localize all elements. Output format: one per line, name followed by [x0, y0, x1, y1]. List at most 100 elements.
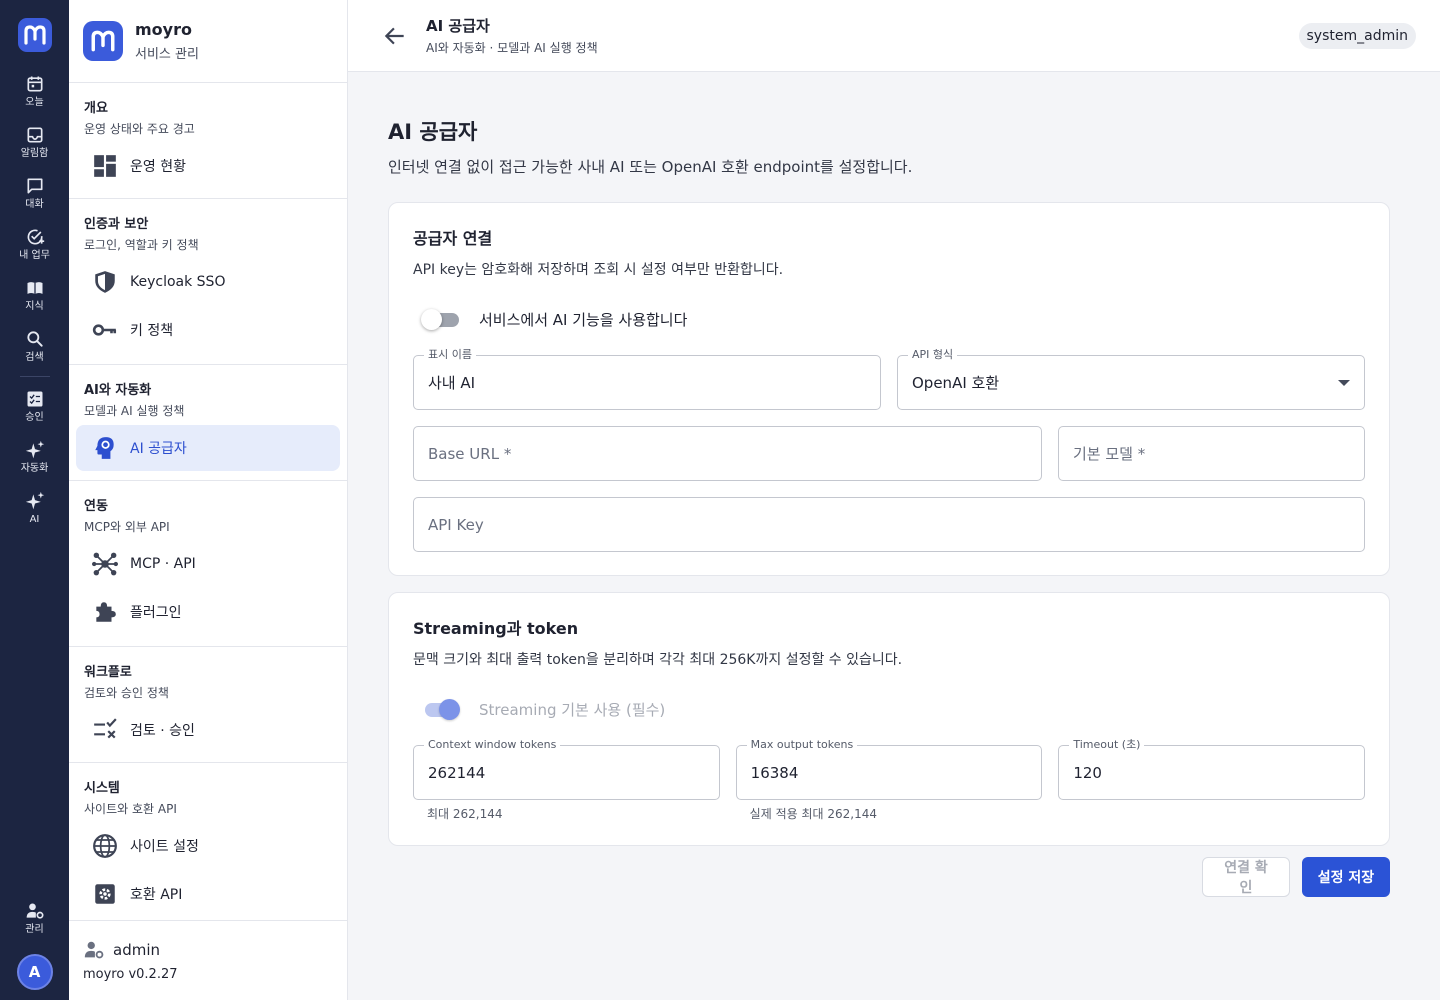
- field-value: OpenAI 호환: [912, 374, 1000, 392]
- sidebar-item-label: AI 공급자: [130, 441, 187, 457]
- nav-group-ai: AI와 자동화 모델과 AI 실행 정책 AI 공급자: [69, 365, 347, 481]
- rail-item-inbox[interactable]: 알림함: [5, 117, 65, 168]
- group-title: 개요: [84, 101, 108, 116]
- globe-icon: [93, 834, 117, 858]
- sidebar-item-key-policy[interactable]: 키 정책: [76, 307, 340, 353]
- field-value: 사내 AI: [428, 374, 476, 392]
- sidebar-item-label: Keycloak SSO: [130, 274, 226, 290]
- sidebar-item-plugins[interactable]: 플러그인: [76, 589, 340, 635]
- rail-bottom: 관리 A: [5, 893, 65, 990]
- nav-group-workflow: 워크플로 검토와 승인 정책 검토 · 승인: [69, 647, 347, 763]
- page-header: AI 공급자 AI와 자동화 · 모델과 AI 실행 정책 system_adm…: [348, 0, 1440, 72]
- avatar[interactable]: A: [16, 954, 53, 990]
- max-output-field[interactable]: Max output tokens 16384: [735, 738, 1043, 800]
- admin-sidebar: moyro 서비스 관리 개요 운영 상태와 주요 경고 운영 현황 인증과 보…: [69, 0, 348, 1000]
- field-label: Context window tokens: [424, 738, 561, 752]
- field-helper: 실제 적용 최대 262,144: [749, 807, 877, 821]
- rail-item-knowledge[interactable]: 지식: [5, 270, 65, 321]
- field-label: 표시 이름: [424, 348, 476, 362]
- sidebar-footer: admin moyro v0.2.27: [69, 920, 347, 1000]
- field-label: Timeout (초): [1069, 738, 1145, 752]
- sidebar-item-keycloak[interactable]: Keycloak SSO: [76, 259, 340, 305]
- rail-label: 자동화: [20, 463, 49, 474]
- current-user[interactable]: admin: [83, 939, 333, 961]
- test-connection-button[interactable]: 연결 확인: [1202, 857, 1290, 897]
- group-subtitle: 검토와 승인 정책: [84, 686, 169, 700]
- rail-item-today[interactable]: 오늘: [5, 66, 65, 117]
- rail-label: 관리: [25, 924, 44, 935]
- brand-logo: [83, 21, 123, 61]
- main-content: AI 공급자 인터넷 연결 없이 접근 가능한 사내 AI 또는 OpenAI …: [348, 72, 1440, 1000]
- provider-connection-card: 공급자 연결 API key는 암호화해 저장하며 조회 시 설정 여부만 반환…: [388, 202, 1390, 576]
- group-title: 연동: [84, 499, 108, 514]
- sidebar-item-mcp-api[interactable]: MCP · API: [76, 541, 340, 587]
- sidebar-item-site-settings[interactable]: 사이트 설정: [76, 823, 340, 869]
- card-title: 공급자 연결: [413, 229, 493, 248]
- rail-item-admin[interactable]: 관리: [5, 893, 65, 944]
- rail-label: 내 업무: [19, 250, 50, 261]
- admin-settings-icon: [84, 941, 104, 959]
- app-logo[interactable]: [17, 18, 52, 52]
- field-value: 120: [1073, 763, 1102, 782]
- brand-subtitle: 서비스 관리: [135, 47, 199, 62]
- rail-label: 검색: [25, 352, 44, 363]
- chevron-down-icon: [1338, 380, 1350, 386]
- sidebar-item-ai-provider[interactable]: AI 공급자: [76, 425, 340, 471]
- default-model-field[interactable]: 기본 모델 *: [1058, 426, 1365, 481]
- rail-item-search[interactable]: 검색: [5, 321, 65, 372]
- group-title: 인증과 보안: [84, 217, 149, 232]
- puzzle-icon: [96, 602, 116, 622]
- hub-icon: [92, 552, 118, 576]
- save-settings-button[interactable]: 설정 저장: [1302, 857, 1390, 897]
- book-icon: [27, 282, 42, 294]
- group-subtitle: 운영 상태와 주요 경고: [84, 122, 195, 136]
- sidebar-item-label: 호환 API: [130, 887, 183, 903]
- base-url-field[interactable]: Base URL *: [413, 426, 1042, 481]
- streaming-label: Streaming 기본 사용 (필수): [479, 700, 666, 719]
- rail-item-chat[interactable]: 대화: [5, 168, 65, 219]
- card-description: 문맥 크기와 최대 출력 token을 분리하며 각각 최대 256K까지 설정…: [413, 652, 903, 668]
- rail-label: 승인: [25, 412, 44, 423]
- streaming-token-card: Streaming과 token 문맥 크기와 최대 출력 token을 분리하…: [388, 592, 1390, 846]
- sidebar-item-label: MCP · API: [130, 556, 196, 572]
- moyro-logo-icon: [23, 25, 46, 45]
- settings-box-icon: [95, 884, 115, 904]
- rail-item-my-tasks[interactable]: 내 업무: [5, 219, 65, 270]
- ai-enable-toggle[interactable]: [421, 307, 461, 331]
- sidebar-item-review-approval[interactable]: 검토 · 승인: [76, 707, 340, 753]
- moyro-logo-icon: [91, 30, 115, 52]
- context-window-field[interactable]: Context window tokens 262144: [413, 738, 720, 800]
- ai-enable-row: 서비스에서 AI 기능을 사용합니다: [413, 307, 1365, 331]
- streaming-toggle[interactable]: [421, 697, 461, 721]
- sparkle-icon: [25, 440, 44, 459]
- form-actions: 연결 확인 설정 저장: [1202, 857, 1390, 897]
- rail-label: 대화: [25, 199, 44, 210]
- field-placeholder: API Key: [428, 515, 484, 534]
- checklist-icon: [94, 718, 117, 739]
- field-value: 16384: [750, 763, 799, 782]
- page-title: AI 공급자: [388, 120, 478, 144]
- task-check-icon: [27, 229, 44, 245]
- sparkle-icon: [25, 491, 44, 510]
- group-title: 시스템: [84, 781, 120, 796]
- api-key-field[interactable]: API Key: [413, 497, 1365, 552]
- rail-item-approval[interactable]: 승인: [5, 381, 65, 432]
- back-arrow-icon[interactable]: [382, 23, 408, 49]
- display-name-field[interactable]: 표시 이름 사내 AI: [413, 348, 881, 410]
- field-placeholder: 기본 모델 *: [1073, 445, 1146, 463]
- group-subtitle: 모델과 AI 실행 정책: [84, 404, 185, 418]
- sidebar-item-compat-api[interactable]: 호환 API: [76, 871, 340, 917]
- streaming-row: Streaming 기본 사용 (필수): [413, 697, 1365, 721]
- brand-name: moyro: [135, 20, 192, 39]
- sidebar-item-dashboard[interactable]: 운영 현황: [76, 143, 340, 189]
- rail-item-ai[interactable]: AI: [5, 483, 65, 534]
- nav-group-integration: 연동 MCP와 외부 API MCP · API 플러그인: [69, 481, 347, 647]
- rail-label: 오늘: [25, 97, 44, 108]
- timeout-field[interactable]: Timeout (초) 120: [1058, 738, 1366, 800]
- api-format-select[interactable]: API 형식 OpenAI 호환: [897, 348, 1365, 410]
- admin-settings-icon: [26, 903, 44, 919]
- rail-item-automation[interactable]: 자동화: [5, 432, 65, 483]
- sidebar-item-label: 검토 · 승인: [130, 723, 195, 739]
- rail-divider: [19, 376, 50, 377]
- nav-group-security: 인증과 보안 로그인, 역할과 키 정책 Keycloak SSO 키 정책: [69, 199, 347, 365]
